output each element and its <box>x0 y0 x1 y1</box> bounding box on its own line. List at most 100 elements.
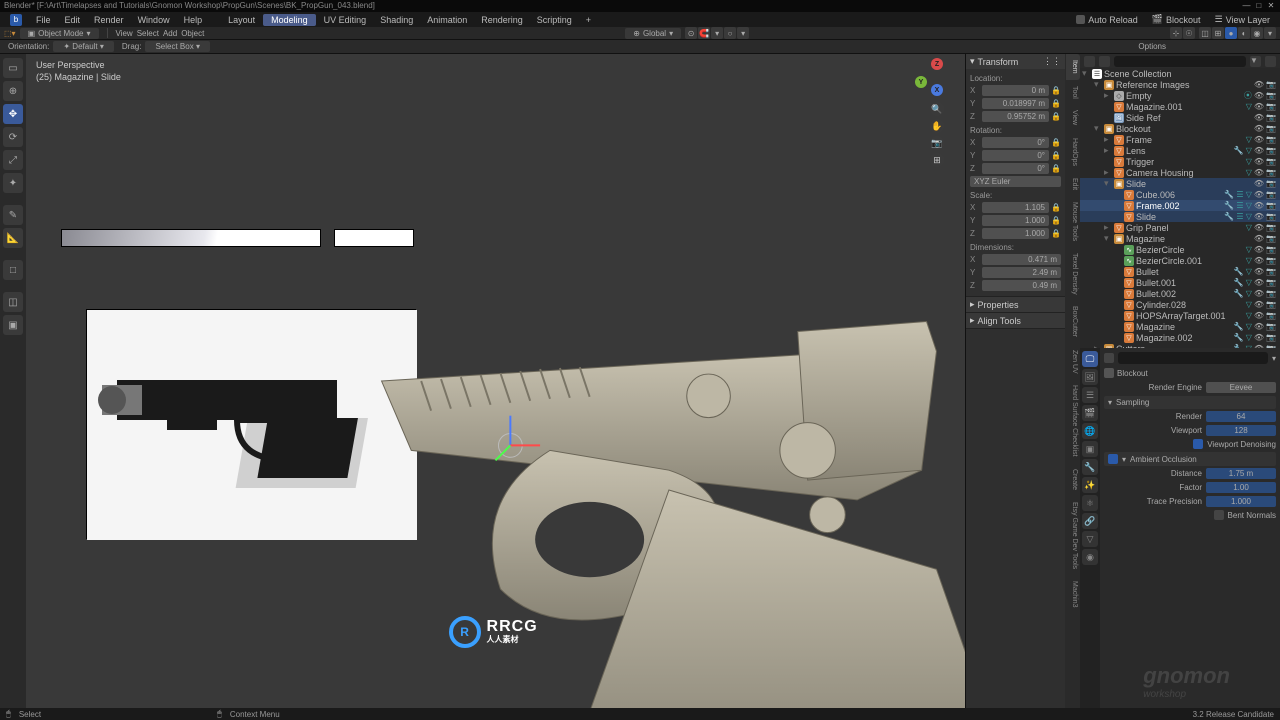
outliner-row[interactable]: ▽Bullet.002🔧 ▽👁📷 <box>1080 288 1280 299</box>
npanel-tab-boxcutter[interactable]: BoxCutter <box>1066 300 1080 343</box>
maximize-icon[interactable]: □ <box>1254 1 1264 10</box>
axis-z-icon[interactable]: Z <box>931 58 943 70</box>
snap-button[interactable]: 🧲 <box>698 27 710 39</box>
rotation-mode[interactable]: XYZ Euler <box>970 176 1061 187</box>
filter-button[interactable]: ▼ <box>1250 56 1261 67</box>
workspace-uvediting[interactable]: UV Editing <box>318 14 373 26</box>
eye-icon[interactable]: 👁 <box>1254 157 1264 166</box>
tool-cursor[interactable]: ⊕ <box>3 81 23 101</box>
menu-help[interactable]: Help <box>178 14 209 26</box>
minimize-icon[interactable]: — <box>1242 1 1252 10</box>
ao-trace[interactable]: 1.000 <box>1206 496 1276 507</box>
eye-icon[interactable]: 👁 <box>1254 289 1264 298</box>
outliner-row[interactable]: ∿BezierCircle.001▽👁📷 <box>1080 255 1280 266</box>
workspace-add[interactable]: + <box>580 14 597 26</box>
render-samples[interactable]: 64 <box>1206 411 1276 422</box>
axis-x-icon[interactable]: X <box>931 84 943 96</box>
navigation-gizmo[interactable]: Z Y X <box>917 58 957 98</box>
render-icon[interactable]: 📷 <box>1266 333 1276 342</box>
tool-select-box[interactable]: ▭ <box>3 58 23 78</box>
eye-icon[interactable]: 👁 <box>1254 201 1264 210</box>
tool-rotate[interactable]: ⟳ <box>3 127 23 147</box>
outliner-row[interactable]: ▾▣Blockout👁📷 <box>1080 123 1280 134</box>
menu-file[interactable]: File <box>30 14 57 26</box>
outliner-row[interactable]: ▽Magazine.002🔧 ▽👁📷 <box>1080 332 1280 343</box>
render-icon[interactable]: 📷 <box>1266 80 1276 89</box>
viewlayer-selector[interactable]: ☰View Layer <box>1209 13 1276 26</box>
prop-tab-object[interactable]: ▣ <box>1082 441 1098 457</box>
render-icon[interactable]: 📷 <box>1266 300 1276 309</box>
window-controls[interactable]: — □ ✕ <box>1242 1 1276 11</box>
outliner-row[interactable]: 🖼Side Ref👁📷 <box>1080 112 1280 123</box>
render-icon[interactable]: 📷 <box>1266 289 1276 298</box>
outliner-row[interactable]: ▸▽Lens🔧 ▽👁📷 <box>1080 145 1280 156</box>
mode-dropdown[interactable]: ▣Object Mode▾ <box>20 28 99 39</box>
render-icon[interactable]: 📷 <box>1266 146 1276 155</box>
tool-transform[interactable]: ✦ <box>3 173 23 193</box>
render-icon[interactable]: 📷 <box>1266 91 1276 100</box>
xray-toggle[interactable]: ◫ <box>1199 27 1211 39</box>
pan-icon[interactable]: ✋ <box>930 119 944 133</box>
proportional-type[interactable]: ▾ <box>737 27 749 39</box>
render-icon[interactable]: 📷 <box>1266 245 1276 254</box>
rotation-y[interactable]: 0° <box>982 150 1049 161</box>
new-collection-button[interactable] <box>1265 56 1276 67</box>
eye-icon[interactable]: 👁 <box>1254 124 1264 133</box>
outliner-row[interactable]: ▾▣Slide👁📷 <box>1080 178 1280 189</box>
eye-icon[interactable]: 👁 <box>1254 102 1264 111</box>
options-icon[interactable]: ▾ <box>1272 354 1276 363</box>
viewport-denoising-check[interactable] <box>1193 439 1203 449</box>
lock-icon[interactable]: 🔒 <box>1051 164 1061 173</box>
render-icon[interactable]: 📷 <box>1266 311 1276 320</box>
location-y[interactable]: 0.018997 m <box>982 98 1049 109</box>
editor-type-outliner-icon[interactable] <box>1084 56 1095 67</box>
render-icon[interactable]: 📷 <box>1266 322 1276 331</box>
menu-render[interactable]: Render <box>88 14 130 26</box>
scale-z[interactable]: 1.000 <box>982 228 1049 239</box>
eye-icon[interactable]: 👁 <box>1254 300 1264 309</box>
rotation-x[interactable]: 0° <box>982 137 1049 148</box>
lock-icon[interactable]: 🔒 <box>1051 99 1061 108</box>
render-icon[interactable]: 📷 <box>1266 102 1276 111</box>
eye-icon[interactable]: 👁 <box>1254 245 1264 254</box>
outliner-row[interactable]: ▽Magazine.001▽👁📷 <box>1080 101 1280 112</box>
render-icon[interactable]: 📷 <box>1266 135 1276 144</box>
eye-icon[interactable]: 👁 <box>1254 267 1264 276</box>
render-icon[interactable]: 📷 <box>1266 267 1276 276</box>
snap-type[interactable]: ▾ <box>711 27 723 39</box>
outliner-row[interactable]: ▽Cylinder.028▽👁📷 <box>1080 299 1280 310</box>
outliner-row[interactable]: ▽Magazine🔧 ▽👁📷 <box>1080 321 1280 332</box>
workspace-scripting[interactable]: Scripting <box>531 14 578 26</box>
menu-add[interactable]: Add <box>163 29 177 38</box>
scene-selector[interactable]: 🎬Blockout <box>1146 13 1207 26</box>
npanel-tab-hardops[interactable]: HardOps <box>1066 132 1080 172</box>
outliner-row[interactable]: ▽Cube.006🔧 ☰ ▽👁📷 <box>1080 189 1280 200</box>
outliner-scene-collection[interactable]: ▾☰ Scene Collection <box>1080 68 1280 79</box>
eye-icon[interactable]: 👁 <box>1254 135 1264 144</box>
render-icon[interactable]: 📷 <box>1266 179 1276 188</box>
properties-search[interactable] <box>1118 352 1268 364</box>
tool-addcube[interactable]: □ <box>3 260 23 280</box>
shading-wireframe[interactable]: ⊞ <box>1212 27 1224 39</box>
render-icon[interactable]: 📷 <box>1266 113 1276 122</box>
ao-distance[interactable]: 1.75 m <box>1206 468 1276 479</box>
location-z[interactable]: 0.95752 m <box>982 111 1049 122</box>
ao-header[interactable]: ▾ Ambient Occlusion <box>1104 452 1276 466</box>
prop-tab-world[interactable]: 🌐 <box>1082 423 1098 439</box>
viewport-samples[interactable]: 128 <box>1206 425 1276 436</box>
eye-icon[interactable]: 👁 <box>1254 223 1264 232</box>
prop-tab-particle[interactable]: ✨ <box>1082 477 1098 493</box>
outliner-row[interactable]: ▽Bullet🔧 ▽👁📷 <box>1080 266 1280 277</box>
tool-extra1[interactable]: ◫ <box>3 292 23 312</box>
app-menu[interactable]: b <box>4 13 28 27</box>
tool-scale[interactable]: ⤢ <box>3 150 23 170</box>
options-dropdown[interactable]: Options <box>1132 42 1172 51</box>
npanel-tab-machin3[interactable]: Machin3 <box>1066 575 1080 613</box>
auto-reload-toggle[interactable]: Auto Reload <box>1070 14 1144 26</box>
outliner-row[interactable]: ▽HOPSArrayTarget.001▽👁📷 <box>1080 310 1280 321</box>
outliner-search[interactable] <box>1114 56 1246 67</box>
render-icon[interactable]: 📷 <box>1266 278 1276 287</box>
menu-object[interactable]: Object <box>181 29 204 38</box>
lock-icon[interactable]: 🔒 <box>1051 151 1061 160</box>
proportional-button[interactable]: ○ <box>724 27 736 39</box>
